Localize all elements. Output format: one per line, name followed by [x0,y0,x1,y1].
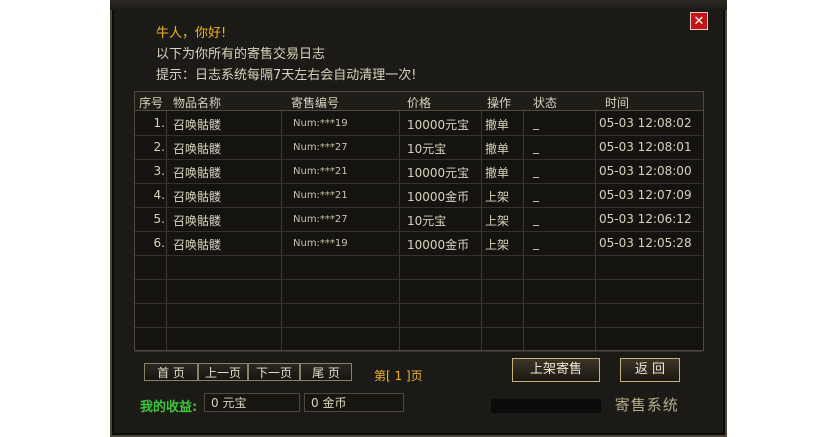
table-row: 5. 召唤骷髅 Num:***27 10元宝 上架 _ 05-03 12:06:… [135,207,703,232]
price: 10000元宝 [407,166,470,180]
consignment-log-window: 牛人，你好! 以下为你所有的寄售交易日志 提示：日志系统每隔7天左右会自动清理一… [110,0,727,437]
table-row: 3. 召唤骷髅 Num:***21 10000元宝 撤单 _ 05-03 12:… [135,159,703,184]
price: 10000元宝 [407,118,470,132]
table-row: 1. 召唤骷髅 Num:***19 10000元宝 撤单 _ 05-03 12:… [135,111,703,136]
list-for-sale-button[interactable]: 上架寄售 [512,358,600,382]
item-name: 召唤骷髅 [173,142,222,156]
item-name: 召唤骷髅 [173,166,222,180]
intro-text: 以下为你所有的寄售交易日志 [156,47,326,62]
status: _ [533,188,539,202]
price: 10000金币 [407,238,470,252]
table-row: 2. 召唤骷髅 Num:***27 10元宝 撤单 _ 05-03 12:08:… [135,135,703,160]
action-withdraw[interactable]: 撤单 [485,140,509,157]
page-indicator: 第[ 1 ]页 [374,369,423,383]
price: 10000金币 [407,190,470,204]
row-index: 1. [153,116,165,130]
row-index: 3. [153,164,165,178]
redacted-block [491,398,601,413]
time: 05-03 12:08:02 [599,116,692,130]
status: _ [533,116,539,130]
background-left [0,0,110,437]
sale-id: Num:***19 [293,238,348,249]
next-page-button[interactable]: 下一页 [248,363,300,381]
status: _ [533,164,539,178]
status: _ [533,140,539,154]
row-index: 5. [153,212,165,226]
item-name: 召唤骷髅 [173,214,222,228]
header-status: 状态 [533,96,558,110]
sale-id: Num:***21 [293,166,348,177]
earnings-label: 我的收益: [140,400,198,415]
item-name: 召唤骷髅 [173,118,222,132]
action-list[interactable]: 上架 [485,188,509,205]
status: _ [533,236,539,250]
tip-text: 提示：日志系统每隔7天左右会自动清理一次! [156,68,417,83]
table-row-empty [135,303,703,328]
prev-page-button[interactable]: 上一页 [198,363,248,381]
earnings-gold: 0 金币 [304,393,404,412]
background-right [727,0,840,437]
header-index: 序号 [139,96,164,110]
first-page-button[interactable]: 首 页 [144,363,198,381]
time: 05-03 12:05:28 [599,236,692,250]
window-top-bar [110,0,727,10]
header-price: 价格 [407,96,432,110]
header-time: 时间 [605,96,630,110]
action-list[interactable]: 上架 [485,236,509,253]
header-item-name: 物品名称 [173,96,222,110]
header-action: 操作 [487,96,512,110]
sale-id: Num:***19 [293,118,348,129]
sale-id: Num:***27 [293,142,348,153]
table-header: 序号 物品名称 寄售编号 价格 操作 状态 时间 [135,92,703,111]
last-page-button[interactable]: 尾 页 [300,363,352,381]
action-withdraw[interactable]: 撤单 [485,164,509,181]
time: 05-03 12:06:12 [599,212,692,226]
table-row-empty [135,327,703,352]
time: 05-03 12:08:00 [599,164,692,178]
action-list[interactable]: 上架 [485,212,509,229]
sale-id: Num:***21 [293,190,348,201]
greeting-text: 牛人，你好! [156,26,227,41]
action-withdraw[interactable]: 撤单 [485,116,509,133]
table-row-empty [135,255,703,280]
item-name: 召唤骷髅 [173,238,222,252]
status: _ [533,212,539,226]
header-sale-id: 寄售编号 [291,96,340,110]
row-index: 6. [153,236,165,250]
row-index: 4. [153,188,165,202]
row-index: 2. [153,140,165,154]
time: 05-03 12:08:01 [599,140,692,154]
watermark: 寄售系统 [491,394,711,414]
watermark-text: 寄售系统 [614,396,679,414]
table-row-empty [135,279,703,304]
price: 10元宝 [407,142,447,156]
sale-id: Num:***27 [293,214,348,225]
table-row: 6. 召唤骷髅 Num:***19 10000金币 上架 _ 05-03 12:… [135,231,703,256]
close-icon: ✕ [693,14,705,29]
table-row: 4. 召唤骷髅 Num:***21 10000金币 上架 _ 05-03 12:… [135,183,703,208]
earnings-yuanbao: 0 元宝 [204,393,300,412]
log-table: 序号 物品名称 寄售编号 价格 操作 状态 时间 1. 召唤骷髅 Num:***… [134,91,704,352]
item-name: 召唤骷髅 [173,190,222,204]
back-button[interactable]: 返 回 [620,358,680,382]
time: 05-03 12:07:09 [599,188,692,202]
price: 10元宝 [407,214,447,228]
close-button[interactable]: ✕ [690,12,708,30]
